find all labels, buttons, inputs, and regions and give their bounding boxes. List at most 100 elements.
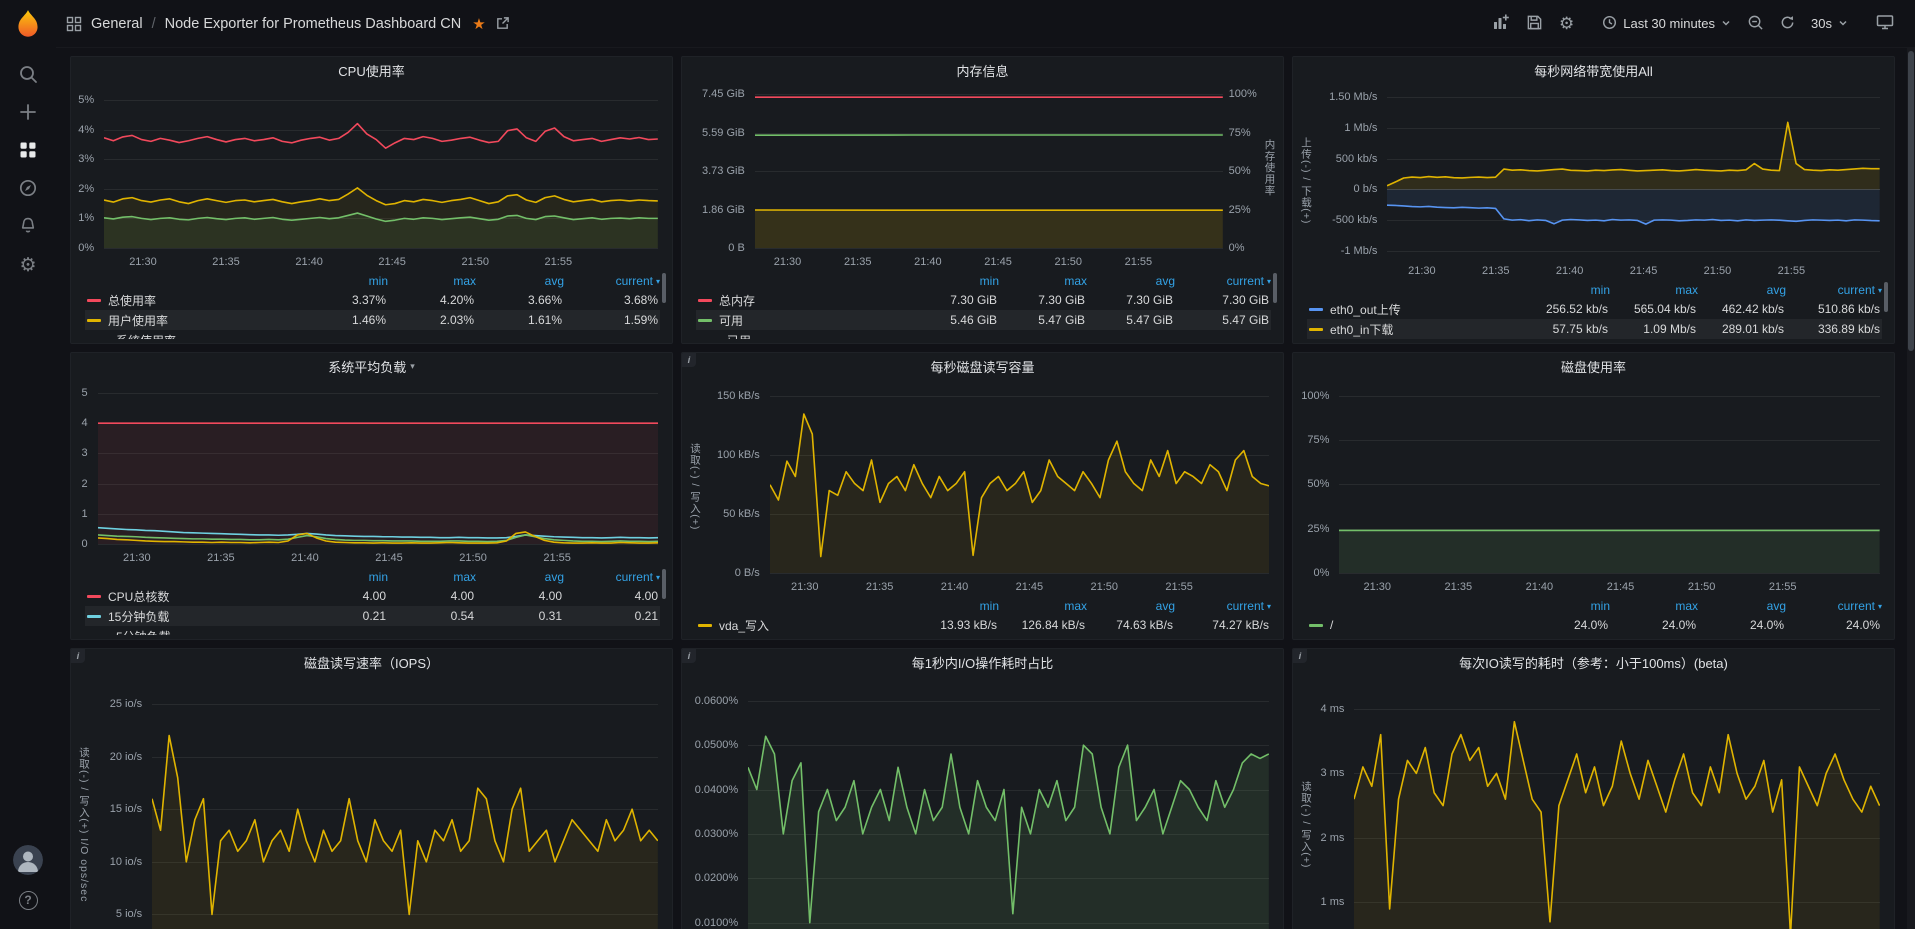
chart-series-svg [755, 91, 1223, 248]
sidebar-item-configuration[interactable]: ⚙ [7, 246, 49, 284]
zoom-out-button[interactable] [1740, 8, 1771, 40]
save-dashboard-button[interactable] [1519, 8, 1550, 40]
plot-area[interactable] [1387, 91, 1880, 257]
legend-sort-avg[interactable]: avg [1087, 272, 1175, 290]
legend-sort-max[interactable]: max [388, 568, 476, 586]
legend-sort-max[interactable]: max [999, 272, 1087, 290]
legend-sort-avg[interactable]: avg [476, 568, 564, 586]
legend-sort-avg[interactable]: avg [1087, 597, 1175, 615]
legend-series-name[interactable]: vda_写入 [696, 615, 911, 635]
legend-series-name[interactable]: / [1307, 615, 1522, 635]
legend-series-name[interactable]: eth0_out上传 [1307, 299, 1522, 319]
plot-area[interactable] [1339, 387, 1880, 573]
chart-series-svg [1387, 91, 1880, 257]
panel-info-icon[interactable]: i [71, 649, 85, 663]
sidebar-item-help[interactable]: ? [7, 881, 49, 919]
plot-area[interactable] [104, 91, 658, 248]
legend-sort-min[interactable]: min [911, 272, 999, 290]
sidebar-item-explore[interactable] [7, 170, 49, 208]
breadcrumb-folder[interactable]: General [91, 16, 143, 32]
y-tick-label: 0 [81, 538, 87, 550]
panel-header[interactable]: 磁盘使用率 [1293, 353, 1894, 379]
legend-sort-current[interactable]: current▾ [564, 272, 660, 290]
legend-series-name[interactable]: 总使用率 [85, 290, 300, 310]
plot-area[interactable] [152, 683, 658, 929]
legend-sort-avg[interactable]: avg [1698, 597, 1786, 615]
legend-sort-max[interactable]: max [1610, 597, 1698, 615]
plot-area[interactable] [98, 387, 658, 544]
legend-series-name[interactable]: 总内存 [696, 290, 911, 310]
refresh-button[interactable] [1773, 9, 1802, 39]
grafana-logo[interactable] [11, 8, 45, 42]
plot-area[interactable] [1354, 683, 1880, 929]
panel-title[interactable]: 磁盘读写速率（IOPS） [304, 653, 439, 672]
y-tick-label: 0 B/s [735, 567, 760, 579]
panel-title[interactable]: 磁盘使用率 [1561, 357, 1626, 376]
panel-header[interactable]: 每秒网络带宽使用All [1293, 57, 1894, 83]
legend-sort-max[interactable]: max [1610, 281, 1698, 299]
share-icon[interactable] [495, 16, 510, 31]
plot-area[interactable] [755, 91, 1223, 248]
breadcrumb: General / Node Exporter for Prometheus D… [66, 15, 510, 33]
legend-sort-min[interactable]: min [300, 272, 388, 290]
legend-sort-min[interactable]: min [911, 597, 999, 615]
panel-info-icon[interactable]: i [1293, 649, 1307, 663]
time-range-picker[interactable]: Last 30 minutes [1595, 9, 1738, 39]
plot-area[interactable] [770, 387, 1269, 573]
legend-sort-current[interactable]: current▾ [1786, 281, 1882, 299]
panel-title[interactable]: CPU使用率 [338, 61, 404, 80]
y-tick-label: 4 ms [1321, 703, 1345, 715]
legend-scrollbar-thumb[interactable] [1884, 282, 1888, 312]
sidebar-item-create[interactable] [7, 94, 49, 132]
page-scrollbar[interactable] [1907, 48, 1915, 929]
panel-title[interactable]: 每秒磁盘读写容量 [930, 357, 1034, 376]
legend-sort-min[interactable]: min [300, 568, 388, 586]
panel-title[interactable]: 每次IO读写的耗时（参考：小于100ms）(beta) [1459, 653, 1728, 672]
panel-header[interactable]: i 磁盘读写速率（IOPS） [71, 649, 672, 675]
legend-sort-current[interactable]: current▾ [564, 568, 660, 586]
panel-title[interactable]: 内存信息 [956, 61, 1008, 80]
panel-header[interactable]: i 每次IO读写的耗时（参考：小于100ms）(beta) [1293, 649, 1894, 675]
legend-series-name[interactable]: CPU总核数 [85, 586, 300, 606]
panel-title[interactable]: 系统平均负载▾ [328, 357, 415, 376]
plot-area[interactable] [748, 683, 1269, 929]
cycle-view-mode-button[interactable] [1869, 7, 1901, 40]
dashboard-settings-button[interactable]: ⚙ [1552, 9, 1581, 38]
dashboard-title[interactable]: Node Exporter for Prometheus Dashboard C… [165, 16, 462, 32]
legend-sort-current[interactable]: current▾ [1175, 597, 1271, 615]
sidebar-item-alerting[interactable] [7, 208, 49, 246]
legend-series-name[interactable]: eth0_in下载 [1307, 319, 1522, 339]
legend-sort-min[interactable]: min [1522, 281, 1610, 299]
panel-header[interactable]: i 每1秒内I/O操作耗时占比 [682, 649, 1283, 675]
legend-series-name[interactable]: 用户使用率 [85, 310, 300, 330]
legend-sort-current[interactable]: current▾ [1175, 272, 1271, 290]
favorite-star-icon[interactable]: ★ [472, 15, 485, 33]
legend-series-name[interactable]: 可用 [696, 310, 911, 330]
legend-sort-max[interactable]: max [999, 597, 1087, 615]
legend-scrollbar-thumb[interactable] [662, 273, 666, 303]
panel-header[interactable]: 内存信息 [682, 57, 1283, 83]
legend-sort-avg[interactable]: avg [476, 272, 564, 290]
legend-sort-current[interactable]: current▾ [1786, 597, 1882, 615]
legend-scrollbar-thumb[interactable] [662, 569, 666, 599]
panel-title[interactable]: 每1秒内I/O操作耗时占比 [912, 653, 1054, 672]
legend-scrollbar-thumb[interactable] [1273, 273, 1277, 303]
panel-header[interactable]: i 每秒磁盘读写容量 [682, 353, 1283, 379]
panel-title[interactable]: 每秒网络带宽使用All [1534, 61, 1652, 80]
page-scrollbar-thumb[interactable] [1908, 51, 1914, 351]
panel-info-icon[interactable]: i [682, 353, 696, 367]
user-avatar[interactable] [13, 845, 43, 875]
sidebar-item-dashboards[interactable] [7, 132, 49, 170]
refresh-interval-picker[interactable]: 30s [1804, 10, 1855, 37]
x-axis: 21:3021:3521:4021:4521:5021:55 [770, 577, 1269, 593]
panel-header[interactable]: CPU使用率 [71, 57, 672, 83]
gridline [755, 248, 1223, 249]
legend-sort-avg[interactable]: avg [1698, 281, 1786, 299]
panel-header[interactable]: 系统平均负载▾ [71, 353, 672, 379]
sidebar-item-search[interactable] [7, 56, 49, 94]
panel-info-icon[interactable]: i [682, 649, 696, 663]
legend-sort-min[interactable]: min [1522, 597, 1610, 615]
legend-sort-max[interactable]: max [388, 272, 476, 290]
add-panel-button[interactable] [1485, 7, 1517, 40]
legend-series-name[interactable]: 15分钟负载 [85, 606, 300, 626]
